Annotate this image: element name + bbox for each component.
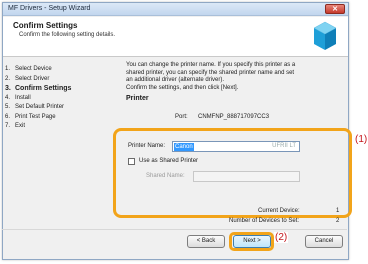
current-device-label: Current Device: xyxy=(258,208,300,214)
step-print-test-page: 6. Print Test Page xyxy=(5,113,56,120)
close-button[interactable]: ✕ xyxy=(325,4,345,14)
printer-section-title: Printer xyxy=(126,95,149,102)
devices-to-set-label: Number of Devices to Set: xyxy=(229,218,300,224)
step-select-device: 1. Select Device xyxy=(5,66,52,72)
printer-cube-icon xyxy=(313,21,337,50)
printer-settings-highlight xyxy=(113,128,352,218)
devices-to-set-value: 2 xyxy=(336,218,340,224)
step-install: 4. Install xyxy=(5,94,31,101)
step-exit: 7. Exit xyxy=(5,123,26,129)
current-device-value: 1 xyxy=(336,208,340,214)
step-set-default-printer: 5. Set Default Printer xyxy=(5,104,65,110)
settings-content: You can change the printer name. If you … xyxy=(126,62,342,102)
callout-2: (2) xyxy=(274,232,289,243)
window-title: MF Drivers - Setup Wizard xyxy=(8,5,91,12)
step-select-driver: 2. Select Driver xyxy=(5,75,50,82)
port-label: Port: xyxy=(175,114,188,120)
wizard-steps: 1. Select Device 2. Select Driver 3. Confir… xyxy=(5,66,117,133)
step-confirm-settings: 3. Confirm Settings xyxy=(5,85,72,92)
intro-text: You can change the printer name. If you … xyxy=(126,62,296,91)
back-button[interactable]: < Back xyxy=(187,235,225,248)
page-title: Confirm Settings xyxy=(13,21,78,30)
cancel-button[interactable]: Cancel xyxy=(305,235,343,248)
footer-divider xyxy=(2,229,347,230)
callout-1: (1) xyxy=(355,134,368,145)
title-bar: MF Drivers - Setup Wizard ✕ xyxy=(3,3,348,16)
port-value: CNMFNP_888717097CC3 xyxy=(198,114,270,120)
next-button-highlight xyxy=(229,232,274,251)
wizard-header: Confirm Settings Confirm the following s… xyxy=(3,17,348,57)
page-subtitle: Confirm the following setting details. xyxy=(19,32,116,38)
